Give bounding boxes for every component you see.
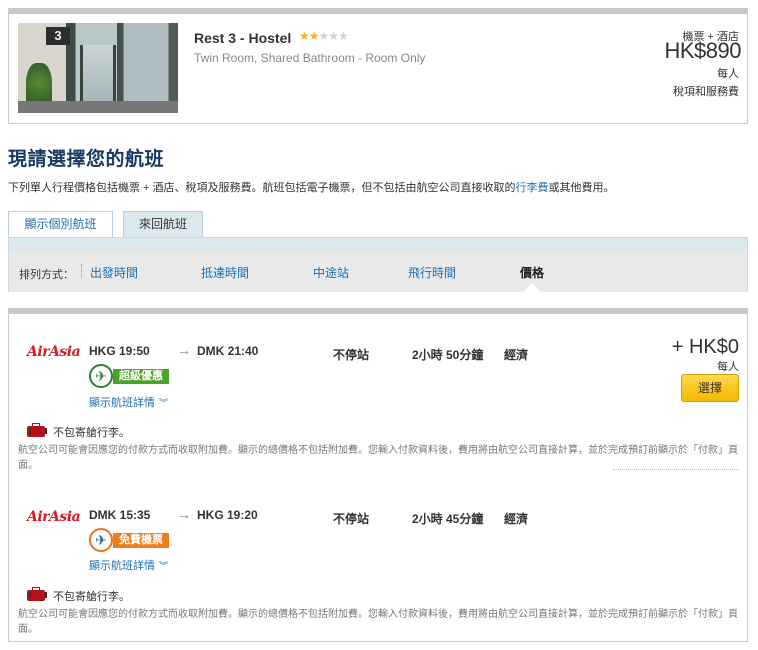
row-divider xyxy=(613,469,739,470)
arrow-right-icon: → xyxy=(177,506,191,522)
flight-per-person: 每人 xyxy=(717,361,739,373)
arrival: DMK 21:40 xyxy=(197,344,259,358)
plane-icon: ✈ xyxy=(89,528,113,552)
show-flight-details-link[interactable]: 顯示航班詳情 ︾ xyxy=(89,557,168,573)
sort-bar: 排列方式： 出發時間 抵達時間 中途站 飛行時間 價格 xyxy=(8,237,748,292)
hotel-name: Rest 3 - Hostel xyxy=(194,30,292,46)
airasia-logo: AirAsia xyxy=(27,344,81,360)
baggage-fee-link[interactable]: 行李費 xyxy=(516,182,549,194)
sort-label: 排列方式： xyxy=(19,269,74,281)
chevron-down-icon: ︾ xyxy=(159,398,169,408)
baggage-note: 不包寄艙行李。 xyxy=(53,427,130,439)
sort-arrival-time[interactable]: 抵達時間 xyxy=(201,264,249,281)
departure: DMK 15:35 xyxy=(89,508,151,522)
sort-flight-time[interactable]: 飛行時間 xyxy=(408,264,456,281)
page-description-prefix: 下列單人行程價格包括機票 + 酒店、稅項及服務費。航班包括電子機票，但不包括由航… xyxy=(8,182,516,194)
star-empty-icon: ★ xyxy=(328,29,339,43)
page-title: 現請選擇您的航班 xyxy=(8,149,165,170)
arrow-right-icon: → xyxy=(177,342,191,358)
select-button[interactable]: 選擇 xyxy=(681,374,739,402)
departure: HKG 19:50 xyxy=(89,344,150,358)
show-flight-details-label: 顯示航班詳情 xyxy=(89,397,155,409)
airasia-logo: AirAsia xyxy=(27,509,81,525)
hotel-photo[interactable]: 3 xyxy=(18,23,178,113)
star-empty-icon: ★ xyxy=(338,29,349,43)
star-icon: ★ xyxy=(299,29,310,43)
tab-individual-flights[interactable]: 顯示個別航班 xyxy=(8,211,113,238)
package-price: HK$890 xyxy=(664,38,741,63)
flight-results: AirAsia HKG 19:50 → DMK 21:40 不停站 2小時 50… xyxy=(8,308,748,642)
baggage-icon xyxy=(27,587,47,601)
show-flight-details-label: 顯示航班詳情 xyxy=(89,560,155,572)
arrival: HKG 19:20 xyxy=(197,508,258,522)
deal-badge-label: 超級優惠 xyxy=(113,369,169,384)
page-description: 下列單人行程價格包括機票 + 酒店、稅項及服務費。航班包括電子機票，但不包括由航… xyxy=(8,179,615,195)
sort-price[interactable]: 價格 xyxy=(520,264,544,281)
star-empty-icon: ★ xyxy=(318,29,330,43)
sort-divider xyxy=(81,264,82,278)
star-icon: ★ xyxy=(308,29,320,43)
stops: 不停站 xyxy=(333,512,370,526)
cabin-class: 經濟 xyxy=(504,348,529,362)
hotel-photo-sign: 3 xyxy=(46,27,70,45)
tab-return-flights[interactable]: 來回航班 xyxy=(123,211,203,238)
package-per-person: 每人 xyxy=(717,68,739,80)
sort-stops[interactable]: 中途站 xyxy=(313,264,349,281)
baggage-note: 不包寄艙行李。 xyxy=(53,591,130,603)
duration: 2小時 45分鐘 xyxy=(412,512,484,526)
chevron-down-icon: ︾ xyxy=(159,561,169,571)
hotel-photo-floor xyxy=(18,101,178,113)
hotel-card: 3 Rest 3 - Hostel ★★★★★ Twin Room, Share… xyxy=(8,8,748,124)
cabin-class: 經濟 xyxy=(504,512,529,526)
sort-departure-time[interactable]: 出發時間 xyxy=(90,264,138,281)
package-tax-note: 稅項和服務費 xyxy=(673,86,739,98)
stops: 不停站 xyxy=(333,348,370,362)
room-type: Twin Room, Shared Bathroom - Room Only xyxy=(194,51,426,65)
flight-price: + HK$0 xyxy=(671,336,739,358)
sort-active-caret-icon xyxy=(523,283,541,292)
page-description-suffix: 或其他費用。 xyxy=(548,182,615,194)
surcharge-note: 航空公司可能會因應您的付款方式而收取附加費。顯示的總價格不包括附加費。您輸入付款… xyxy=(18,609,738,635)
star-rating: ★★★★★ xyxy=(299,29,349,43)
free-ticket-badge-label: 免費機票 xyxy=(113,533,169,548)
plane-icon: ✈ xyxy=(89,364,113,388)
duration: 2小時 50分鐘 xyxy=(412,348,484,362)
show-flight-details-link[interactable]: 顯示航班詳情 ︾ xyxy=(89,394,168,410)
baggage-icon xyxy=(27,423,47,437)
